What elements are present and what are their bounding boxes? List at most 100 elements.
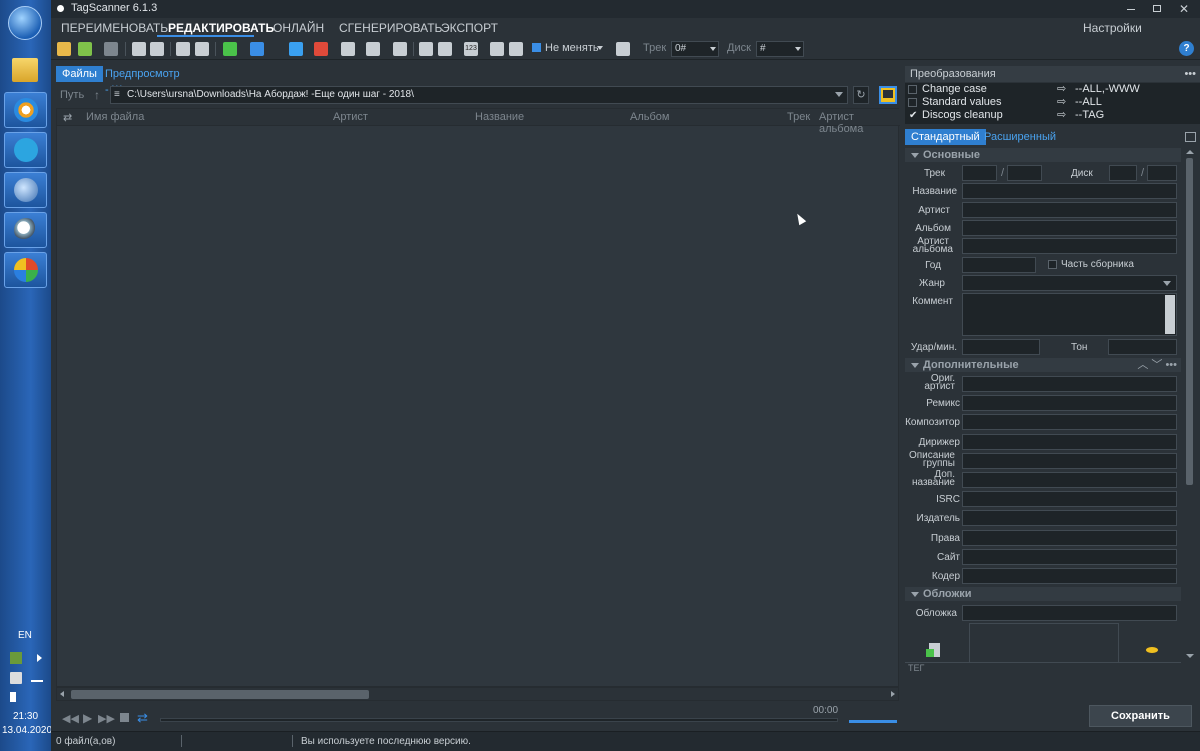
additional-field-input[interactable] xyxy=(962,395,1177,411)
section-controls-icon[interactable]: ︿ ﹀ ••• xyxy=(1137,358,1177,372)
columns-icon[interactable] xyxy=(393,42,407,56)
menu-online[interactable]: ОНЛАЙН xyxy=(273,21,324,35)
year-input[interactable] xyxy=(962,257,1036,273)
disc-total-input[interactable] xyxy=(1147,165,1177,181)
document-icon[interactable] xyxy=(438,42,452,56)
shuffle-icon[interactable]: ⇄ xyxy=(63,111,72,124)
horizontal-scrollbar[interactable] xyxy=(56,687,899,701)
play-icon[interactable]: ▶ xyxy=(83,711,92,725)
volume-slider[interactable] xyxy=(849,720,897,723)
language-indicator[interactable]: EN xyxy=(18,630,32,641)
additional-field-input[interactable] xyxy=(962,376,1177,392)
explorer-icon[interactable] xyxy=(12,58,38,82)
layout-toggle-icon[interactable] xyxy=(1185,132,1196,142)
additional-field-input[interactable] xyxy=(962,453,1177,469)
additional-field-input[interactable] xyxy=(962,491,1177,507)
disc-number-input[interactable] xyxy=(1109,165,1137,181)
transform-checked-icon[interactable]: ✔ xyxy=(909,109,917,122)
column-filename[interactable]: Имя файла xyxy=(86,111,144,123)
transform-name[interactable]: Change case xyxy=(922,83,987,96)
path-input[interactable]: ≡ C:\Users\ursna\Downloads\На Абордаж! -… xyxy=(110,86,848,104)
up-folder-icon[interactable]: ↑ xyxy=(94,88,100,102)
tab-standard[interactable]: Стандартный xyxy=(905,129,986,145)
editor-vertical-scrollbar[interactable] xyxy=(1184,148,1196,660)
section-additional[interactable]: Дополнительные ︿ ﹀ ••• xyxy=(905,358,1181,372)
cover-preview[interactable] xyxy=(969,623,1119,663)
column-title[interactable]: Название xyxy=(475,111,524,123)
numbering-icon[interactable]: 123 xyxy=(464,42,478,56)
select-all-icon[interactable] xyxy=(132,42,146,56)
title-input[interactable] xyxy=(962,183,1177,199)
add-folder-icon[interactable] xyxy=(78,42,92,56)
track-number-input[interactable] xyxy=(962,165,997,181)
compilation-checkbox[interactable] xyxy=(1048,260,1057,269)
restore-button[interactable] xyxy=(1150,3,1164,15)
more-icon[interactable]: ••• xyxy=(1184,66,1196,82)
column-track[interactable]: Трек xyxy=(787,111,810,123)
fast-forward-icon[interactable]: ▶▶ xyxy=(98,712,115,725)
open-folder-icon[interactable] xyxy=(57,42,71,56)
start-orb-button[interactable] xyxy=(8,6,42,40)
minimize-button[interactable] xyxy=(1124,3,1138,15)
repeat-icon[interactable]: ⇄ xyxy=(137,710,148,726)
chart-icon[interactable] xyxy=(314,42,328,56)
additional-field-input[interactable] xyxy=(962,530,1177,546)
bpm-input[interactable] xyxy=(962,339,1040,355)
column-album[interactable]: Альбом xyxy=(630,111,669,123)
scroll-down-icon[interactable] xyxy=(1186,654,1194,658)
column-artist[interactable]: Артист xyxy=(333,111,368,123)
menu-generate[interactable]: СГЕНЕРИРОВАТЬ xyxy=(339,21,442,35)
menu-export[interactable]: ЭКСПОРТ xyxy=(441,21,498,35)
genre-select[interactable] xyxy=(962,275,1177,291)
rewind-icon[interactable]: ◀◀ xyxy=(62,712,79,725)
chevron-down-icon[interactable] xyxy=(835,92,843,97)
signal-icon[interactable] xyxy=(31,674,43,682)
move-down-icon[interactable] xyxy=(176,42,190,56)
clock-date[interactable]: 13.04.2020 xyxy=(2,725,52,736)
taskbar-app-drop[interactable] xyxy=(4,172,47,208)
album-input[interactable] xyxy=(962,220,1177,236)
scrollbar-thumb[interactable] xyxy=(71,690,369,699)
export-icon[interactable] xyxy=(616,42,630,56)
add-cover-icon[interactable] xyxy=(926,643,940,657)
taskbar-app-chrome[interactable] xyxy=(4,92,47,128)
stamp-icon[interactable] xyxy=(366,42,380,56)
column-album-artist[interactable]: Артист альбома xyxy=(819,111,900,135)
album-artist-input[interactable] xyxy=(962,238,1177,254)
check-icon[interactable] xyxy=(223,42,237,56)
taskbar-app-tagscanner[interactable] xyxy=(4,252,47,288)
menu-rename[interactable]: ПЕРЕИМЕНОВАТЬ xyxy=(61,21,168,35)
filter-icon[interactable] xyxy=(289,42,303,56)
view-cover-icon[interactable] xyxy=(1145,646,1159,654)
tab-files[interactable]: Файлы xyxy=(56,66,103,82)
close-button[interactable]: ✕ xyxy=(1177,3,1191,15)
additional-field-input[interactable] xyxy=(962,510,1177,526)
track-total-input[interactable] xyxy=(1007,165,1042,181)
scroll-up-icon[interactable] xyxy=(1186,150,1194,154)
playback-progress[interactable] xyxy=(160,718,838,722)
track-format-select[interactable]: 0# xyxy=(671,41,719,57)
browse-folder-button[interactable] xyxy=(879,86,897,104)
grid-icon[interactable] xyxy=(150,42,164,56)
menu-edit[interactable]: РЕДАКТИРОВАТЬ xyxy=(168,21,274,35)
scroll-right-icon[interactable] xyxy=(891,691,895,697)
undo-icon[interactable] xyxy=(104,42,118,56)
taskbar-app-search[interactable] xyxy=(4,212,47,248)
sort-icon[interactable] xyxy=(250,42,264,56)
cover-input[interactable] xyxy=(962,605,1177,621)
refresh-button[interactable]: ↻ xyxy=(853,86,869,104)
play-file-icon[interactable] xyxy=(419,42,433,56)
move-up-icon[interactable] xyxy=(195,42,209,56)
transform-name[interactable]: Standard values xyxy=(922,96,1002,109)
tab-preview-log[interactable]: Предпросмотр - Журнал xyxy=(99,66,186,96)
file-list[interactable]: ⇄ Имя файла Артист Название Альбом Трек … xyxy=(56,108,900,687)
additional-field-input[interactable] xyxy=(962,434,1177,450)
clock-time[interactable]: 21:30 xyxy=(13,711,38,722)
tab-extended[interactable]: Расширенный xyxy=(978,129,1062,145)
disc-format-select[interactable]: # xyxy=(756,41,804,57)
key-input[interactable] xyxy=(1108,339,1177,355)
stop-icon[interactable] xyxy=(120,713,129,722)
save-button[interactable]: Сохранить xyxy=(1089,705,1192,727)
help-button[interactable]: ? xyxy=(1179,41,1194,56)
tray-app-icon[interactable] xyxy=(10,652,22,664)
